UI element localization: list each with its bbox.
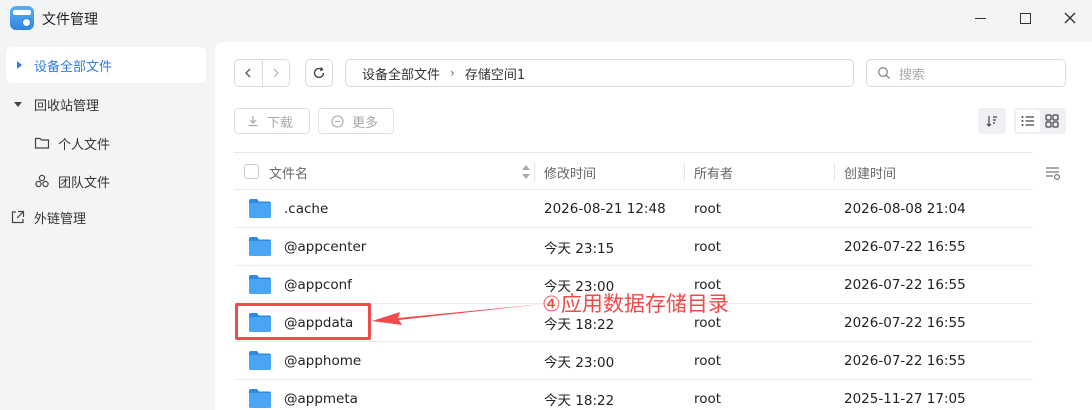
folder-icon <box>249 199 271 218</box>
chevron-left-icon <box>245 68 251 78</box>
breadcrumb-separator: › <box>450 66 455 80</box>
modified-time: 今天 23:15 <box>544 241 615 257</box>
column-header-modified[interactable]: 修改时间 <box>544 153 596 191</box>
folder-icon <box>249 389 271 408</box>
chevron-right-icon <box>273 68 279 78</box>
owner: root <box>694 239 722 255</box>
history-nav <box>234 59 290 87</box>
owner: root <box>694 353 722 369</box>
sidebar-item-all-files[interactable]: 设备全部文件 <box>6 47 206 83</box>
table-row[interactable]: @apphome 今天 23:00 root 2026-07-22 16:55 <box>234 342 1033 380</box>
table-row[interactable]: .cache 2026-08-21 12:48 root 2026-08-08 21:… <box>234 190 1033 228</box>
download-icon <box>248 116 258 127</box>
refresh-icon <box>313 67 325 79</box>
sidebar-item-label: 回收站管理 <box>34 98 100 114</box>
column-header-owner[interactable]: 所有者 <box>694 153 733 191</box>
created-time: 2026-07-22 16:55 <box>844 353 966 369</box>
forward-button[interactable] <box>261 60 289 86</box>
sidebar-item-personal-files[interactable]: 个人文件 <box>6 125 206 161</box>
search-input[interactable]: 搜索 <box>866 59 1066 87</box>
folder-outline-icon <box>34 137 50 149</box>
created-time: 2026-07-22 16:55 <box>844 239 966 255</box>
caret-down-icon <box>14 101 22 107</box>
select-all-checkbox[interactable] <box>244 164 259 179</box>
team-icon <box>35 174 49 188</box>
created-time: 2026-07-22 16:55 <box>844 315 966 331</box>
sidebar-item-label: 个人文件 <box>58 137 111 153</box>
breadcrumb-item[interactable]: 设备全部文件 <box>362 64 440 83</box>
modified-time: 2026-08-21 12:48 <box>544 201 666 217</box>
back-button[interactable] <box>235 60 262 86</box>
created-time: 2026-08-08 21:04 <box>844 201 966 217</box>
table-row[interactable]: @appmeta 今天 18:22 root 2025-11-27 17:05 <box>234 380 1033 410</box>
modified-time: 今天 18:22 <box>544 393 615 409</box>
download-button[interactable]: 下载 <box>234 108 310 134</box>
download-label: 下载 <box>267 115 294 131</box>
column-divider[interactable] <box>684 163 685 181</box>
annotation-label: ④应用数据存储目录 <box>542 292 729 316</box>
column-settings-icon[interactable] <box>1044 164 1062 182</box>
created-time: 2026-07-22 16:55 <box>844 277 966 293</box>
maximize-icon <box>1019 12 1031 24</box>
file-manager-app-icon <box>10 6 34 30</box>
file-name[interactable]: @appconf <box>284 266 352 304</box>
annotation-arrow <box>372 304 543 325</box>
file-name[interactable]: .cache <box>284 190 328 228</box>
caret-right-icon <box>17 61 22 69</box>
list-view-icon <box>1021 116 1034 126</box>
more-icon <box>331 114 344 128</box>
view-toggle <box>1014 108 1066 134</box>
list-view-button[interactable] <box>1016 110 1040 132</box>
external-link-icon <box>11 210 25 224</box>
folder-icon <box>249 351 271 370</box>
refresh-button[interactable] <box>305 59 333 87</box>
sidebar-item-team-files[interactable]: 团队文件 <box>6 163 206 199</box>
window-title: 文件管理 <box>42 12 98 28</box>
sort-arrows-icon[interactable] <box>522 165 530 179</box>
folder-icon <box>249 237 271 256</box>
modified-time: 今天 23:00 <box>544 355 615 371</box>
sidebar-item-label: 团队文件 <box>58 175 111 191</box>
column-header-name[interactable]: 文件名 <box>269 153 308 191</box>
column-divider[interactable] <box>834 163 835 181</box>
minimize-icon <box>974 17 986 19</box>
sidebar-item-recycle-bin[interactable]: 回收站管理 <box>6 86 206 122</box>
breadcrumb-item-current[interactable]: 存储空间1 <box>465 64 525 83</box>
sidebar-item-external-links[interactable]: 外链管理 <box>6 199 206 235</box>
title-bar: 文件管理 <box>0 0 1092 36</box>
table-header: 文件名 修改时间 所有者 创建时间 <box>234 152 1033 190</box>
sidebar-item-label: 设备全部文件 <box>34 59 113 75</box>
column-header-created[interactable]: 创建时间 <box>844 153 896 191</box>
more-label: 更多 <box>352 115 379 131</box>
search-icon <box>878 67 890 79</box>
sidebar-item-label: 外链管理 <box>34 211 87 227</box>
file-table: 文件名 修改时间 所有者 创建时间 .cache 2026-08-21 12:48… <box>234 152 1033 410</box>
owner: root <box>694 201 722 217</box>
close-icon <box>1064 12 1076 24</box>
file-name[interactable]: @apphome <box>284 342 361 380</box>
folder-icon <box>249 275 271 294</box>
created-time: 2025-11-27 17:05 <box>844 391 966 407</box>
annotation-highlight-box <box>235 303 371 340</box>
sort-button[interactable] <box>978 108 1006 134</box>
file-name[interactable]: @appmeta <box>284 380 358 410</box>
file-name[interactable]: @appcenter <box>284 228 366 266</box>
main-panel: 设备全部文件 › 存储空间1 搜索 下载 更多 文件名 修改时间 所有者 创建时… <box>215 42 1092 410</box>
breadcrumb: 设备全部文件 › 存储空间1 <box>345 59 854 87</box>
sidebar: 设备全部文件 回收站管理 个人文件 团队文件 外链管理 <box>0 44 212 410</box>
more-button[interactable]: 更多 <box>318 108 394 134</box>
maximize-button[interactable] <box>1013 6 1037 30</box>
minimize-button[interactable] <box>968 6 992 30</box>
column-divider[interactable] <box>534 163 535 181</box>
search-placeholder: 搜索 <box>899 67 926 83</box>
table-row[interactable]: @appcenter 今天 23:15 root 2026-07-22 16:55 <box>234 228 1033 266</box>
close-button[interactable] <box>1058 6 1082 30</box>
grid-view-button[interactable] <box>1040 110 1064 132</box>
sort-icon <box>986 116 997 127</box>
grid-view-icon <box>1045 114 1059 128</box>
owner: root <box>694 391 722 407</box>
